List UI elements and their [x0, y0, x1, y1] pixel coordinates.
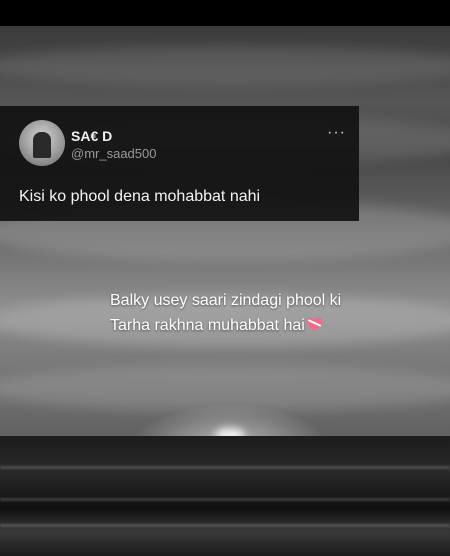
avatar-figure: [33, 132, 51, 158]
top-letterbox: [0, 0, 450, 26]
caption-line-2-text: Tarha rakhna muhabbat hai: [110, 317, 305, 334]
wave: [0, 524, 450, 527]
cloud-band: [0, 366, 450, 411]
user-handle[interactable]: @mr_saad500: [71, 146, 156, 161]
cloud-band: [0, 46, 450, 86]
caption-line-1: Balky usey saari zindagi phool ki: [110, 292, 342, 309]
tweet-text: Kisi ko phool dena mohabbat nahi: [19, 188, 261, 205]
wave: [0, 466, 450, 469]
background-photo: [0, 0, 450, 556]
heart-with-ribbon-icon: [306, 317, 323, 331]
wave: [0, 498, 450, 501]
sea: [0, 436, 450, 556]
display-name[interactable]: SA€ D: [71, 128, 112, 144]
overlay-caption: Balky usey saari zindagi phool ki Tarha …: [110, 288, 440, 338]
tweet-card: SA€ D @mr_saad500 ··· Kisi ko phool dena…: [0, 106, 359, 221]
more-options-icon[interactable]: ···: [327, 124, 346, 142]
cloudy-sky: [0, 26, 450, 446]
avatar[interactable]: [19, 120, 65, 166]
caption-line-2: Tarha rakhna muhabbat hai: [110, 313, 440, 338]
